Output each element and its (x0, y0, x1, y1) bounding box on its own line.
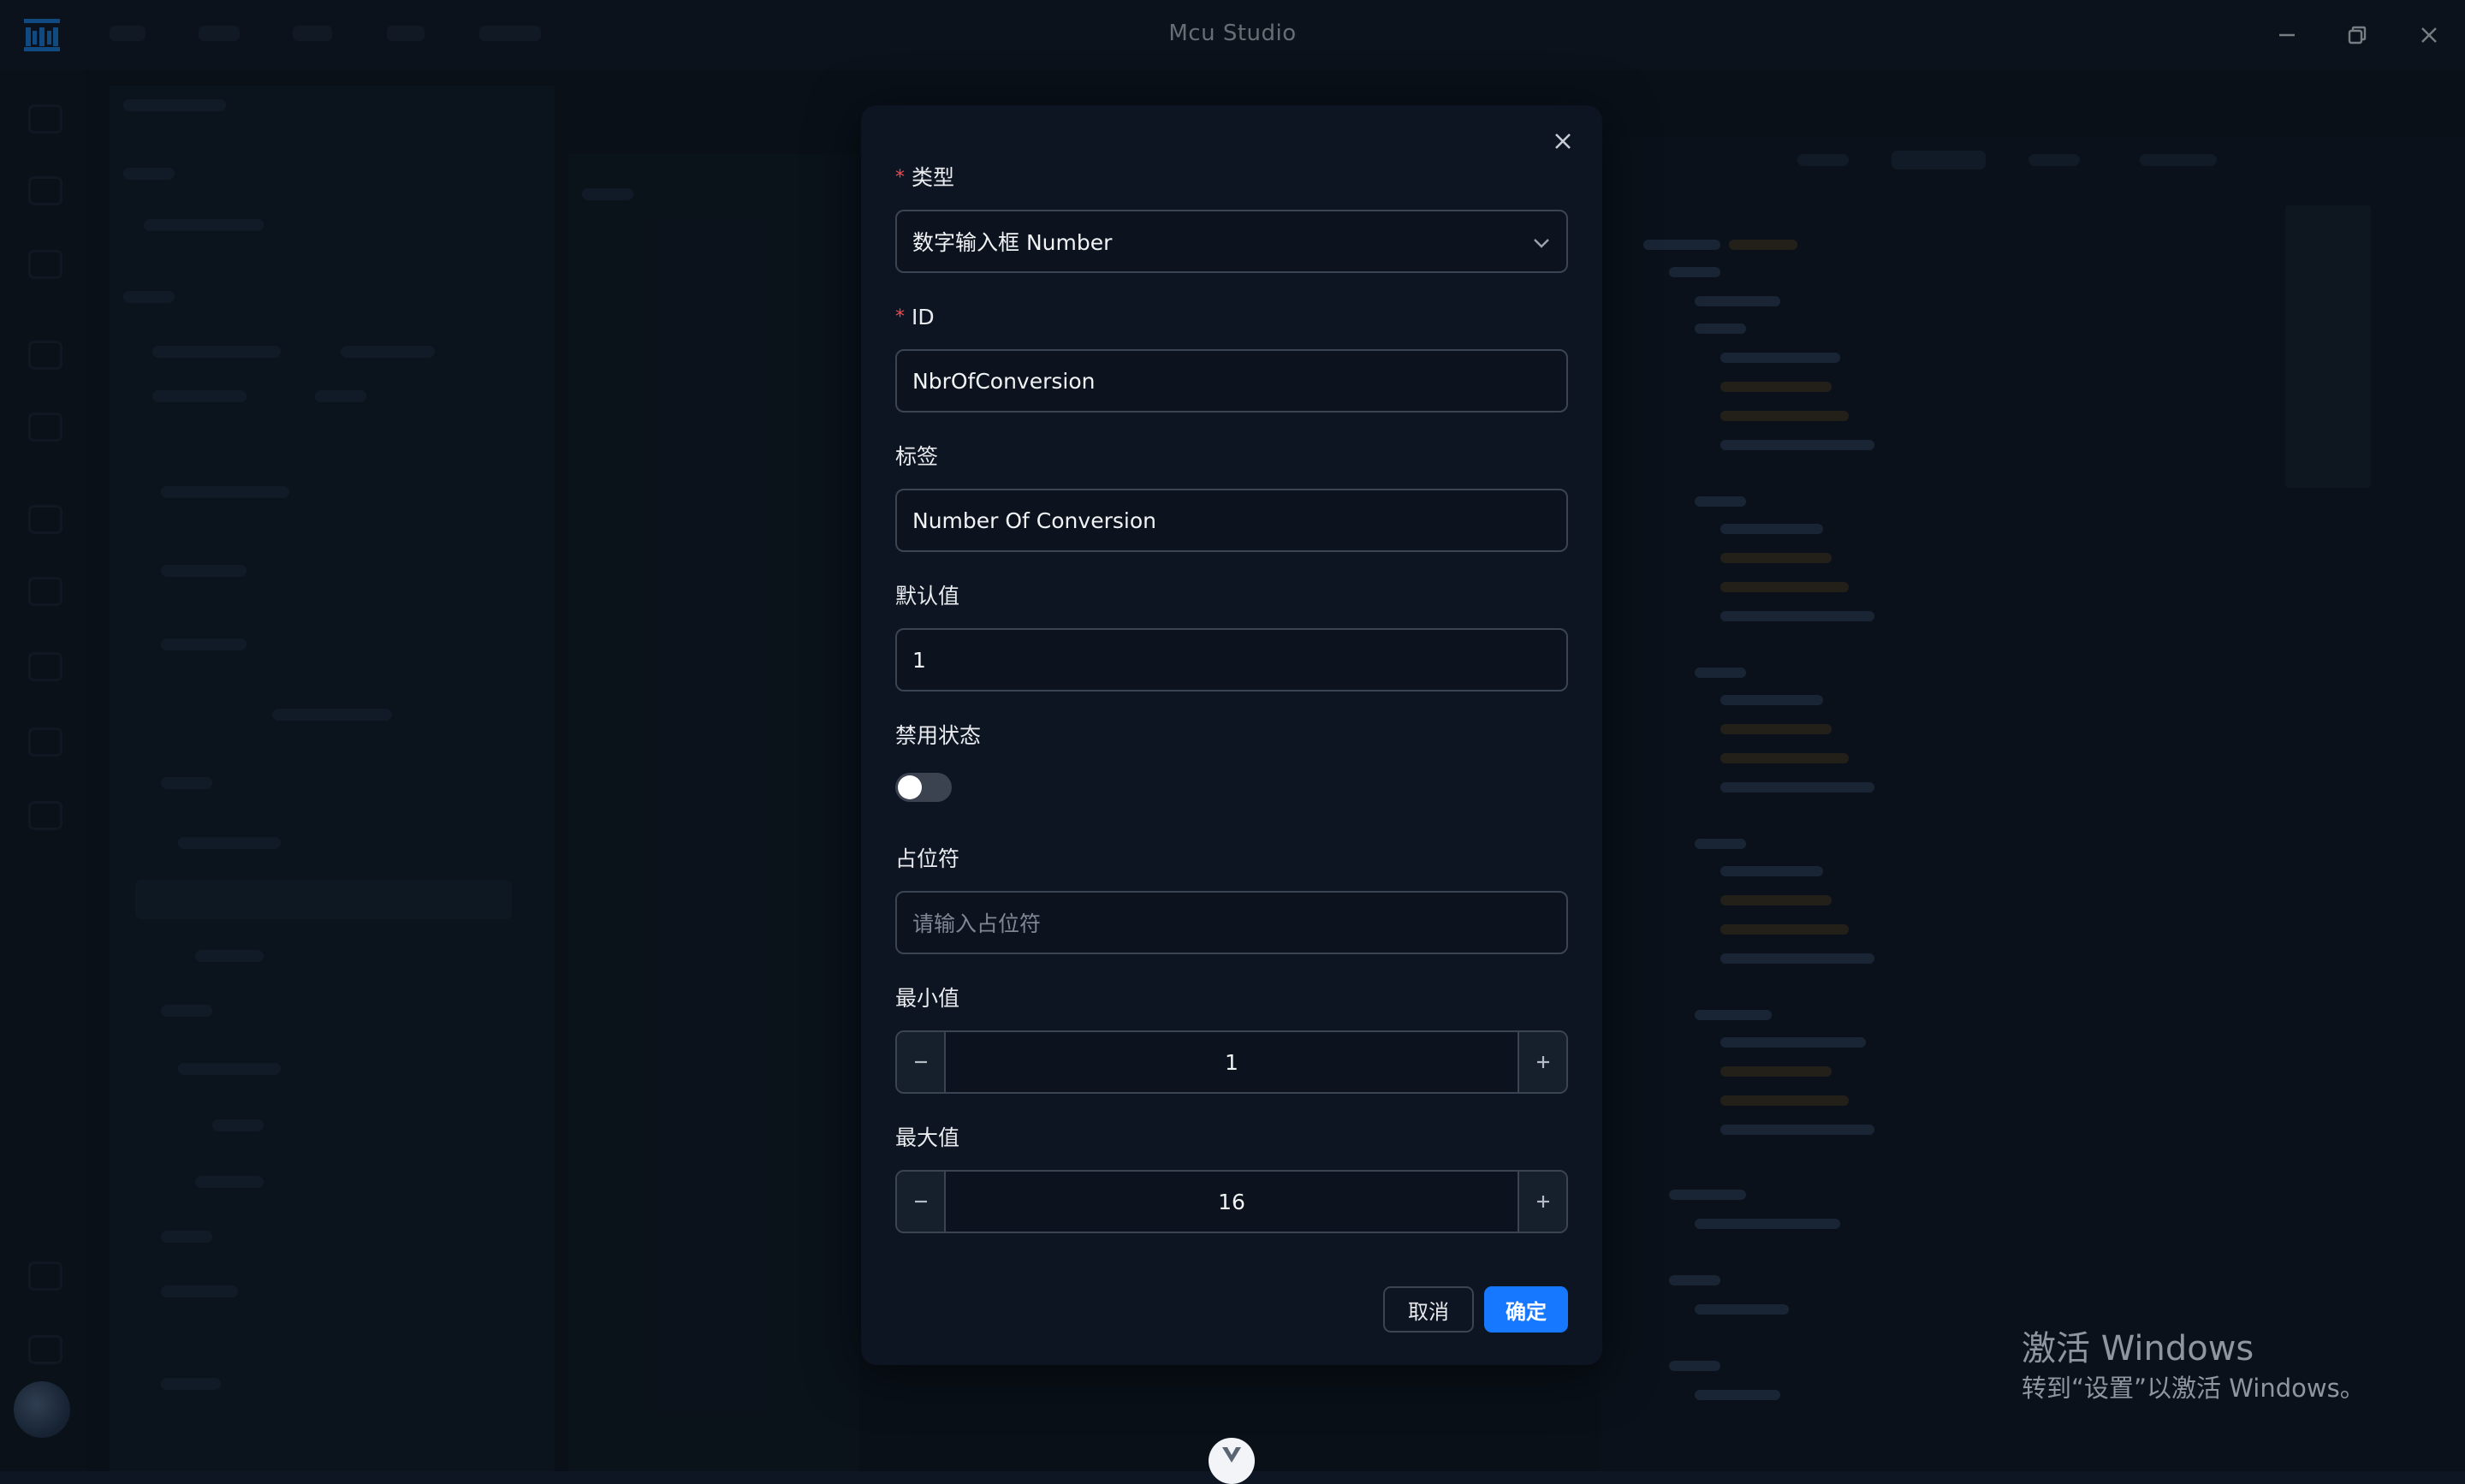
max-value-input[interactable]: 16 (946, 1172, 1518, 1232)
min-value-field: 最小值 1 (895, 984, 1568, 1094)
required-mark: * (895, 167, 905, 188)
decrement-button[interactable] (897, 1032, 946, 1092)
max-value-field: 最大值 16 (895, 1124, 1568, 1233)
label-field: 标签 Number Of Conversion (895, 442, 1568, 552)
type-label: * 类型 (895, 165, 955, 190)
label-input[interactable]: Number Of Conversion (895, 489, 1568, 552)
increment-button[interactable] (1518, 1032, 1566, 1092)
default-value-label: 默认值 (895, 584, 960, 608)
min-value-stepper: 1 (895, 1030, 1568, 1094)
vue-logo-icon (1222, 1447, 1241, 1463)
required-mark: * (895, 306, 905, 328)
placeholder-field: 占位符 请输入占位符 (895, 845, 1568, 954)
type-field: * 类型 数字输入框 Number (895, 163, 1568, 273)
chevron-down-icon (1532, 229, 1551, 254)
minus-icon (914, 1060, 927, 1064)
disabled-toggle[interactable] (895, 773, 952, 802)
minus-icon (914, 1200, 927, 1203)
id-field: * ID NbrOfConversion (895, 303, 1568, 413)
vue-devtools-button[interactable] (1209, 1438, 1255, 1484)
decrement-button[interactable] (897, 1172, 946, 1232)
label-label: 标签 (895, 444, 939, 469)
default-value-field: 默认值 1 (895, 582, 1568, 692)
disabled-label: 禁用状态 (895, 723, 982, 748)
min-value-input[interactable]: 1 (946, 1032, 1518, 1092)
max-value-label: 最大值 (895, 1125, 960, 1150)
confirm-button[interactable]: 确定 (1484, 1286, 1568, 1333)
windows-activation-watermark: 激活 Windows 转到“设置”以激活 Windows。 (2022, 1327, 2365, 1405)
plus-icon (1536, 1196, 1549, 1208)
placeholder-input[interactable]: 请输入占位符 (895, 891, 1568, 954)
plus-icon (1536, 1056, 1549, 1068)
default-value-input[interactable]: 1 (895, 628, 1568, 692)
id-label: * ID (895, 305, 935, 329)
toggle-knob (898, 775, 922, 799)
close-icon[interactable] (1546, 124, 1580, 158)
type-select-value: 数字输入框 Number (912, 230, 1113, 255)
watermark-subtitle: 转到“设置”以激活 Windows。 (2022, 1374, 2365, 1403)
cancel-button[interactable]: 取消 (1383, 1286, 1474, 1333)
disabled-field: 禁用状态 (895, 721, 1568, 802)
placeholder-label: 占位符 (895, 846, 960, 871)
field-config-dialog: * 类型 数字输入框 Number * ID NbrOfConversion 标签 … (861, 105, 1602, 1365)
min-value-label: 最小值 (895, 986, 960, 1011)
increment-button[interactable] (1518, 1172, 1566, 1232)
type-select[interactable]: 数字输入框 Number (895, 210, 1568, 273)
id-input[interactable]: NbrOfConversion (895, 349, 1568, 413)
watermark-title: 激活 Windows (2022, 1329, 2254, 1368)
max-value-stepper: 16 (895, 1170, 1568, 1233)
